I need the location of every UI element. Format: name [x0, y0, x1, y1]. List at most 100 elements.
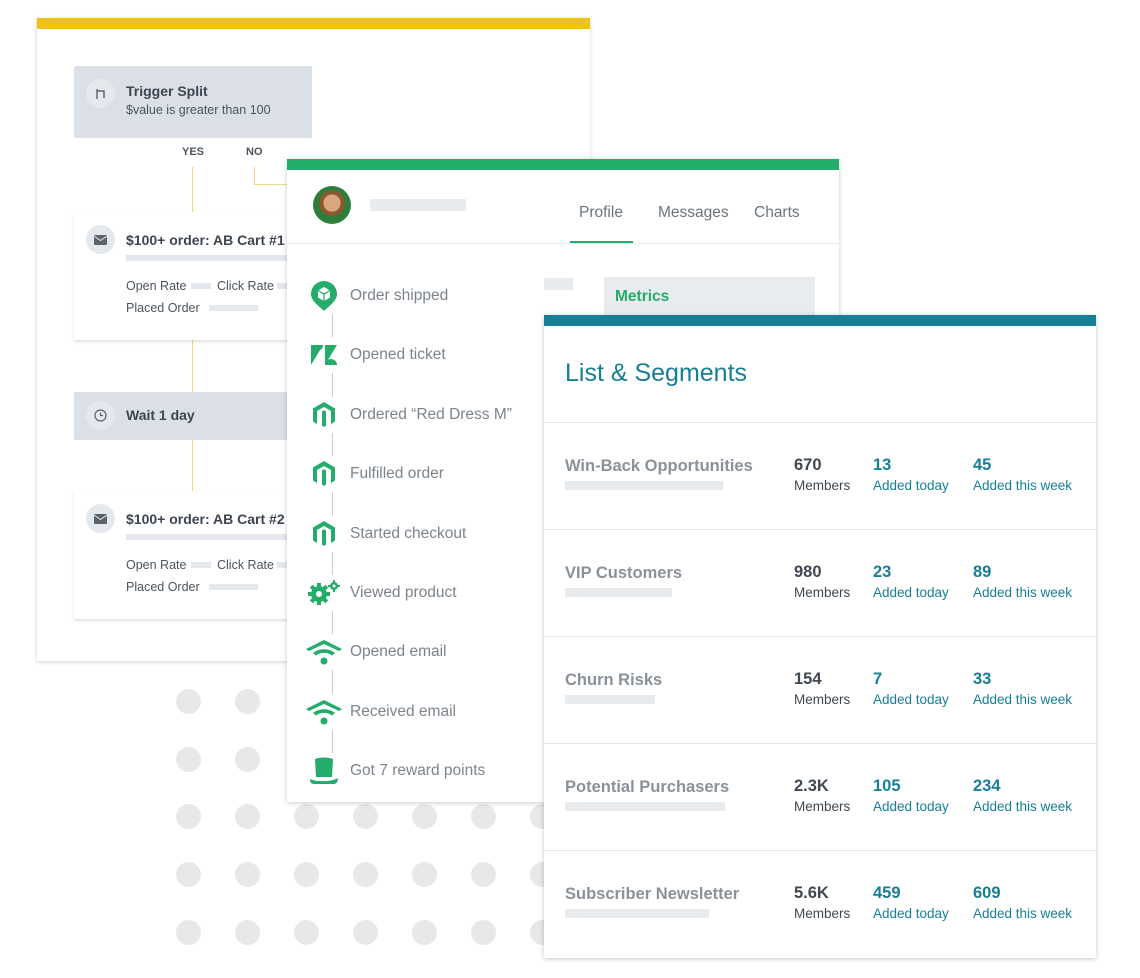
- metrics-label: Metrics: [615, 288, 670, 305]
- members-label: Members: [794, 478, 851, 493]
- timeline-connector: [332, 432, 333, 457]
- timeline-connector: [332, 551, 333, 575]
- trigger-condition: $value is greater than 100: [126, 103, 271, 117]
- clock-icon: [86, 401, 115, 430]
- added-today-count: 23: [873, 563, 892, 581]
- added-week-label: Added this week: [973, 799, 1073, 814]
- segment-name[interactable]: Subscriber Newsletter: [565, 885, 739, 904]
- members-count: 670: [794, 456, 822, 474]
- tab-messages[interactable]: Messages: [658, 204, 729, 222]
- timeline-event[interactable]: Opened ticket: [311, 340, 446, 370]
- members-label: Members: [794, 585, 851, 600]
- segment-name[interactable]: Win-Back Opportunities: [565, 457, 753, 476]
- added-today-count: 459: [873, 884, 901, 902]
- branch-yes-label: YES: [182, 146, 205, 158]
- added-today-label: Added today: [873, 478, 949, 493]
- background-dot: [294, 862, 319, 887]
- background-dot: [176, 747, 201, 772]
- event-date-placeholder: [544, 278, 573, 290]
- trigger-split-node[interactable]: Trigger Split $value is greater than 100: [74, 66, 312, 138]
- open-rate-label: Open Rate: [126, 279, 187, 293]
- segment-description-placeholder: [565, 481, 723, 490]
- timeline-event[interactable]: Order shipped: [311, 281, 449, 311]
- top-hat-icon: [305, 756, 343, 786]
- click-rate-label: Click Rate: [217, 279, 274, 293]
- background-dot: [471, 862, 496, 887]
- signal-icon: [305, 637, 343, 667]
- segment-description-placeholder: [565, 588, 672, 597]
- avatar[interactable]: [313, 186, 351, 224]
- background-dot: [235, 804, 260, 829]
- split-icon: [86, 79, 115, 108]
- added-week-count: 234: [973, 777, 1001, 795]
- placed-order-value: [209, 305, 258, 311]
- segment-row[interactable]: Potential Purchasers 2.3K Members 105 Ad…: [544, 743, 1096, 850]
- no-connector-horizontal: [254, 184, 287, 185]
- members-label: Members: [794, 692, 851, 707]
- event-label: Opened ticket: [350, 346, 446, 364]
- added-week-count: 609: [973, 884, 1001, 902]
- event-label: Ordered “Red Dress M”: [350, 405, 512, 423]
- click-rate-label: Click Rate: [217, 558, 274, 572]
- branch-no-label: NO: [246, 146, 263, 158]
- segment-row[interactable]: Subscriber Newsletter 5.6K Members 459 A…: [544, 850, 1096, 957]
- timeline-event[interactable]: Received email: [306, 697, 456, 727]
- background-dot: [176, 862, 201, 887]
- event-label: Got 7 reward points: [350, 762, 486, 780]
- connector: [192, 440, 193, 492]
- no-connector: [254, 167, 255, 184]
- members-count: 5.6K: [794, 884, 829, 902]
- background-dot: [176, 920, 201, 945]
- segment-row[interactable]: Churn Risks 154 Members 7 Added today 33…: [544, 636, 1096, 743]
- background-dot: [294, 920, 319, 945]
- background-dot: [471, 920, 496, 945]
- event-label: Started checkout: [350, 524, 467, 542]
- background-dot: [235, 920, 260, 945]
- timeline-event[interactable]: Viewed product: [308, 578, 457, 608]
- added-week-label: Added this week: [973, 585, 1073, 600]
- timeline-event[interactable]: Ordered “Red Dress M”: [313, 400, 512, 430]
- background-dot: [353, 804, 378, 829]
- segment-description-placeholder: [565, 802, 725, 811]
- timeline-event[interactable]: Started checkout: [313, 519, 466, 549]
- event-label: Received email: [350, 702, 456, 720]
- background-dot: [471, 804, 496, 829]
- background-dot: [412, 920, 437, 945]
- timeline-event[interactable]: Opened email: [306, 637, 447, 667]
- background-dot: [353, 920, 378, 945]
- added-week-label: Added this week: [973, 692, 1073, 707]
- segment-name[interactable]: Potential Purchasers: [565, 778, 729, 797]
- timeline-connector: [332, 670, 333, 694]
- added-today-label: Added today: [873, 585, 949, 600]
- header-divider: [287, 243, 839, 244]
- timeline-event[interactable]: Got 7 reward points: [310, 756, 486, 786]
- event-label: Fulfilled order: [350, 465, 444, 483]
- added-today-label: Added today: [873, 906, 949, 921]
- added-today-count: 7: [873, 670, 883, 688]
- timeline-event[interactable]: Fulfilled order: [313, 459, 444, 489]
- tab-profile[interactable]: Profile: [579, 204, 623, 222]
- segment-row[interactable]: VIP Customers 980 Members 23 Added today…: [544, 529, 1096, 636]
- segment-row[interactable]: Win-Back Opportunities 670 Members 13 Ad…: [544, 422, 1096, 529]
- added-today-label: Added today: [873, 692, 949, 707]
- segment-name[interactable]: VIP Customers: [565, 564, 682, 583]
- segment-description-placeholder: [565, 909, 709, 918]
- event-label: Viewed product: [350, 584, 457, 601]
- members-count: 154: [794, 670, 822, 688]
- gears-icon: [305, 578, 343, 608]
- email-title: $100+ order: AB Cart #1: [126, 232, 285, 248]
- background-dot: [176, 689, 201, 714]
- timeline-connector: [332, 611, 333, 635]
- list-segments-panel: List & Segments Win-Back Opportunities 6…: [544, 315, 1096, 958]
- package-pin-icon: [305, 281, 343, 311]
- tab-charts[interactable]: Charts: [754, 204, 800, 222]
- segment-name[interactable]: Churn Risks: [565, 671, 662, 690]
- event-label: Order shipped: [350, 287, 449, 304]
- profile-name-placeholder: [370, 199, 466, 211]
- trigger-title: Trigger Split: [126, 83, 208, 99]
- open-rate-value: [191, 562, 211, 568]
- segments-title: List & Segments: [565, 359, 748, 387]
- members-count: 2.3K: [794, 777, 829, 795]
- magento-icon: [305, 459, 343, 489]
- placed-order-value: [209, 584, 258, 590]
